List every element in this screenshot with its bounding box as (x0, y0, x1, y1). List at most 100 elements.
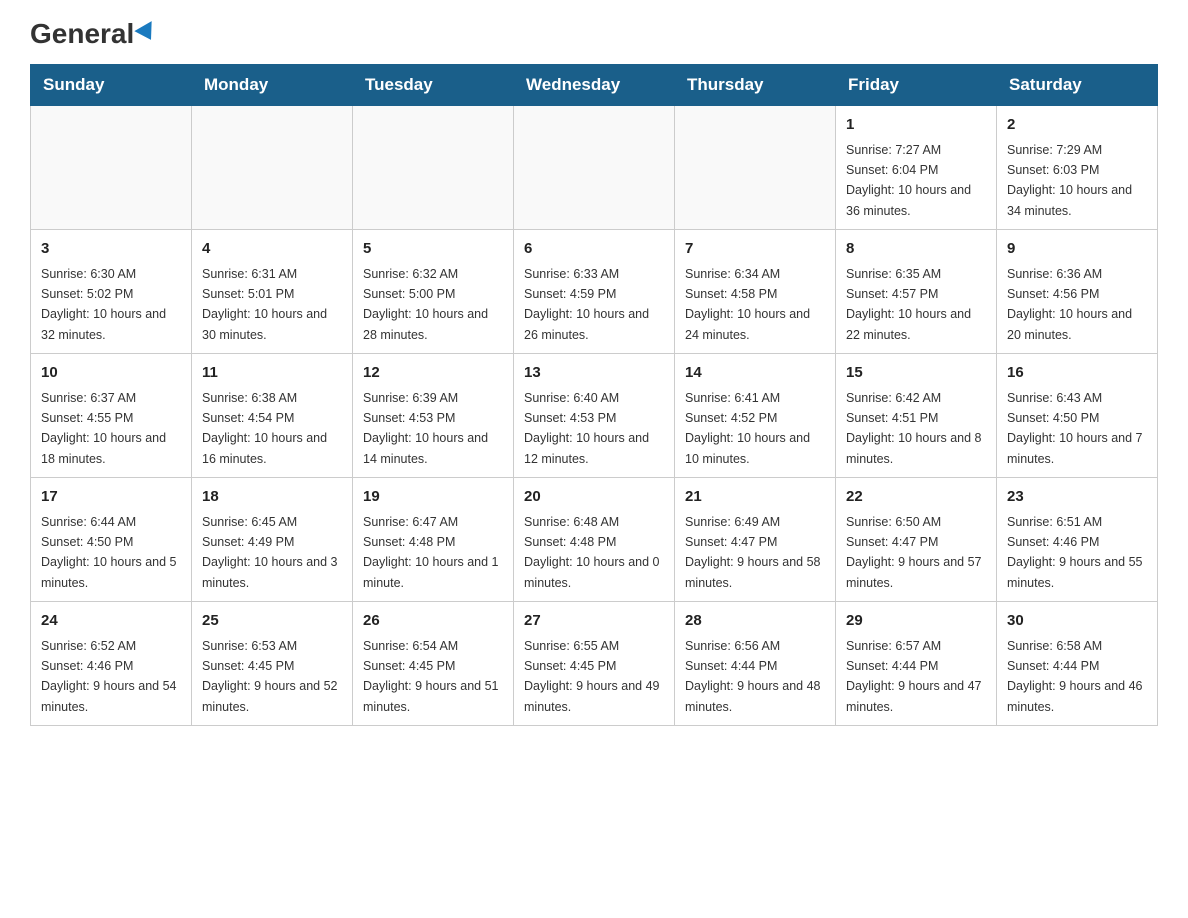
day-info: Sunrise: 6:43 AMSunset: 4:50 PMDaylight:… (1007, 391, 1143, 466)
day-info: Sunrise: 6:42 AMSunset: 4:51 PMDaylight:… (846, 391, 982, 466)
day-number: 23 (1007, 486, 1147, 509)
weekday-header-tuesday: Tuesday (353, 65, 514, 106)
day-info: Sunrise: 6:53 AMSunset: 4:45 PMDaylight:… (202, 639, 338, 714)
calendar-cell: 6 Sunrise: 6:33 AMSunset: 4:59 PMDaylight… (514, 230, 675, 354)
calendar-cell: 1 Sunrise: 7:27 AMSunset: 6:04 PMDaylight… (836, 106, 997, 230)
day-info: Sunrise: 6:47 AMSunset: 4:48 PMDaylight:… (363, 515, 499, 590)
calendar-cell: 20 Sunrise: 6:48 AMSunset: 4:48 PMDayligh… (514, 478, 675, 602)
day-info: Sunrise: 6:35 AMSunset: 4:57 PMDaylight:… (846, 267, 971, 342)
day-info: Sunrise: 6:32 AMSunset: 5:00 PMDaylight:… (363, 267, 488, 342)
weekday-header-row: SundayMondayTuesdayWednesdayThursdayFrid… (31, 65, 1158, 106)
day-info: Sunrise: 7:27 AMSunset: 6:04 PMDaylight:… (846, 143, 971, 218)
day-info: Sunrise: 6:52 AMSunset: 4:46 PMDaylight:… (41, 639, 177, 714)
day-info: Sunrise: 6:45 AMSunset: 4:49 PMDaylight:… (202, 515, 338, 590)
calendar-cell: 11 Sunrise: 6:38 AMSunset: 4:54 PMDayligh… (192, 354, 353, 478)
day-number: 19 (363, 486, 503, 509)
calendar-cell: 5 Sunrise: 6:32 AMSunset: 5:00 PMDaylight… (353, 230, 514, 354)
calendar-cell: 25 Sunrise: 6:53 AMSunset: 4:45 PMDayligh… (192, 602, 353, 726)
day-info: Sunrise: 7:29 AMSunset: 6:03 PMDaylight:… (1007, 143, 1132, 218)
calendar-cell (192, 106, 353, 230)
day-number: 28 (685, 610, 825, 633)
calendar-cell (514, 106, 675, 230)
weekday-header-friday: Friday (836, 65, 997, 106)
calendar-cell: 14 Sunrise: 6:41 AMSunset: 4:52 PMDayligh… (675, 354, 836, 478)
weekday-header-monday: Monday (192, 65, 353, 106)
day-number: 25 (202, 610, 342, 633)
calendar-cell: 15 Sunrise: 6:42 AMSunset: 4:51 PMDayligh… (836, 354, 997, 478)
day-info: Sunrise: 6:37 AMSunset: 4:55 PMDaylight:… (41, 391, 166, 466)
page-header: General (30, 20, 1158, 44)
calendar-cell: 23 Sunrise: 6:51 AMSunset: 4:46 PMDayligh… (997, 478, 1158, 602)
day-number: 3 (41, 238, 181, 261)
day-info: Sunrise: 6:58 AMSunset: 4:44 PMDaylight:… (1007, 639, 1143, 714)
calendar-cell: 24 Sunrise: 6:52 AMSunset: 4:46 PMDayligh… (31, 602, 192, 726)
logo-general-text: General (30, 20, 157, 48)
day-number: 10 (41, 362, 181, 385)
week-row-5: 24 Sunrise: 6:52 AMSunset: 4:46 PMDayligh… (31, 602, 1158, 726)
calendar-cell (31, 106, 192, 230)
day-info: Sunrise: 6:39 AMSunset: 4:53 PMDaylight:… (363, 391, 488, 466)
day-number: 11 (202, 362, 342, 385)
day-number: 9 (1007, 238, 1147, 261)
calendar-cell: 26Sunrise: 6:54 AMSunset: 4:45 PMDayligh… (353, 602, 514, 726)
calendar-cell (353, 106, 514, 230)
day-number: 22 (846, 486, 986, 509)
calendar-cell: 2Sunrise: 7:29 AMSunset: 6:03 PMDaylight… (997, 106, 1158, 230)
week-row-1: 1 Sunrise: 7:27 AMSunset: 6:04 PMDaylight… (31, 106, 1158, 230)
day-info: Sunrise: 6:30 AMSunset: 5:02 PMDaylight:… (41, 267, 166, 342)
calendar-table: SundayMondayTuesdayWednesdayThursdayFrid… (30, 64, 1158, 726)
day-number: 26 (363, 610, 503, 633)
weekday-header-saturday: Saturday (997, 65, 1158, 106)
day-number: 6 (524, 238, 664, 261)
day-number: 7 (685, 238, 825, 261)
day-info: Sunrise: 6:48 AMSunset: 4:48 PMDaylight:… (524, 515, 660, 590)
calendar-cell: 19 Sunrise: 6:47 AMSunset: 4:48 PMDayligh… (353, 478, 514, 602)
calendar-cell: 18 Sunrise: 6:45 AMSunset: 4:49 PMDayligh… (192, 478, 353, 602)
calendar-cell: 12 Sunrise: 6:39 AMSunset: 4:53 PMDayligh… (353, 354, 514, 478)
day-number: 30 (1007, 610, 1147, 633)
day-number: 15 (846, 362, 986, 385)
logo-triangle-icon (135, 21, 160, 45)
day-info: Sunrise: 6:40 AMSunset: 4:53 PMDaylight:… (524, 391, 649, 466)
calendar-cell: 8 Sunrise: 6:35 AMSunset: 4:57 PMDaylight… (836, 230, 997, 354)
day-number: 14 (685, 362, 825, 385)
week-row-2: 3 Sunrise: 6:30 AMSunset: 5:02 PMDaylight… (31, 230, 1158, 354)
calendar-cell (675, 106, 836, 230)
week-row-4: 17 Sunrise: 6:44 AMSunset: 4:50 PMDayligh… (31, 478, 1158, 602)
day-number: 21 (685, 486, 825, 509)
day-info: Sunrise: 6:38 AMSunset: 4:54 PMDaylight:… (202, 391, 327, 466)
day-number: 29 (846, 610, 986, 633)
day-number: 20 (524, 486, 664, 509)
day-info: Sunrise: 6:57 AMSunset: 4:44 PMDaylight:… (846, 639, 982, 714)
day-info: Sunrise: 6:41 AMSunset: 4:52 PMDaylight:… (685, 391, 810, 466)
day-number: 16 (1007, 362, 1147, 385)
day-info: Sunrise: 6:49 AMSunset: 4:47 PMDaylight:… (685, 515, 821, 590)
calendar-cell: 28Sunrise: 6:56 AMSunset: 4:44 PMDayligh… (675, 602, 836, 726)
day-number: 8 (846, 238, 986, 261)
day-number: 4 (202, 238, 342, 261)
day-info: Sunrise: 6:33 AMSunset: 4:59 PMDaylight:… (524, 267, 649, 342)
day-info: Sunrise: 6:51 AMSunset: 4:46 PMDaylight:… (1007, 515, 1143, 590)
day-number: 24 (41, 610, 181, 633)
week-row-3: 10 Sunrise: 6:37 AMSunset: 4:55 PMDayligh… (31, 354, 1158, 478)
day-number: 12 (363, 362, 503, 385)
weekday-header-thursday: Thursday (675, 65, 836, 106)
calendar-cell: 9Sunrise: 6:36 AMSunset: 4:56 PMDaylight… (997, 230, 1158, 354)
calendar-cell: 29 Sunrise: 6:57 AMSunset: 4:44 PMDayligh… (836, 602, 997, 726)
day-info: Sunrise: 6:34 AMSunset: 4:58 PMDaylight:… (685, 267, 810, 342)
logo: General (30, 20, 157, 44)
calendar-cell: 27 Sunrise: 6:55 AMSunset: 4:45 PMDayligh… (514, 602, 675, 726)
day-number: 18 (202, 486, 342, 509)
calendar-cell: 4 Sunrise: 6:31 AMSunset: 5:01 PMDaylight… (192, 230, 353, 354)
day-number: 27 (524, 610, 664, 633)
calendar-cell: 21 Sunrise: 6:49 AMSunset: 4:47 PMDayligh… (675, 478, 836, 602)
day-number: 17 (41, 486, 181, 509)
calendar-cell: 3 Sunrise: 6:30 AMSunset: 5:02 PMDaylight… (31, 230, 192, 354)
calendar-cell: 7 Sunrise: 6:34 AMSunset: 4:58 PMDaylight… (675, 230, 836, 354)
day-info: Sunrise: 6:55 AMSunset: 4:45 PMDaylight:… (524, 639, 660, 714)
weekday-header-sunday: Sunday (31, 65, 192, 106)
day-info: Sunrise: 6:44 AMSunset: 4:50 PMDaylight:… (41, 515, 177, 590)
day-info: Sunrise: 6:31 AMSunset: 5:01 PMDaylight:… (202, 267, 327, 342)
day-number: 1 (846, 114, 986, 137)
day-number: 5 (363, 238, 503, 261)
